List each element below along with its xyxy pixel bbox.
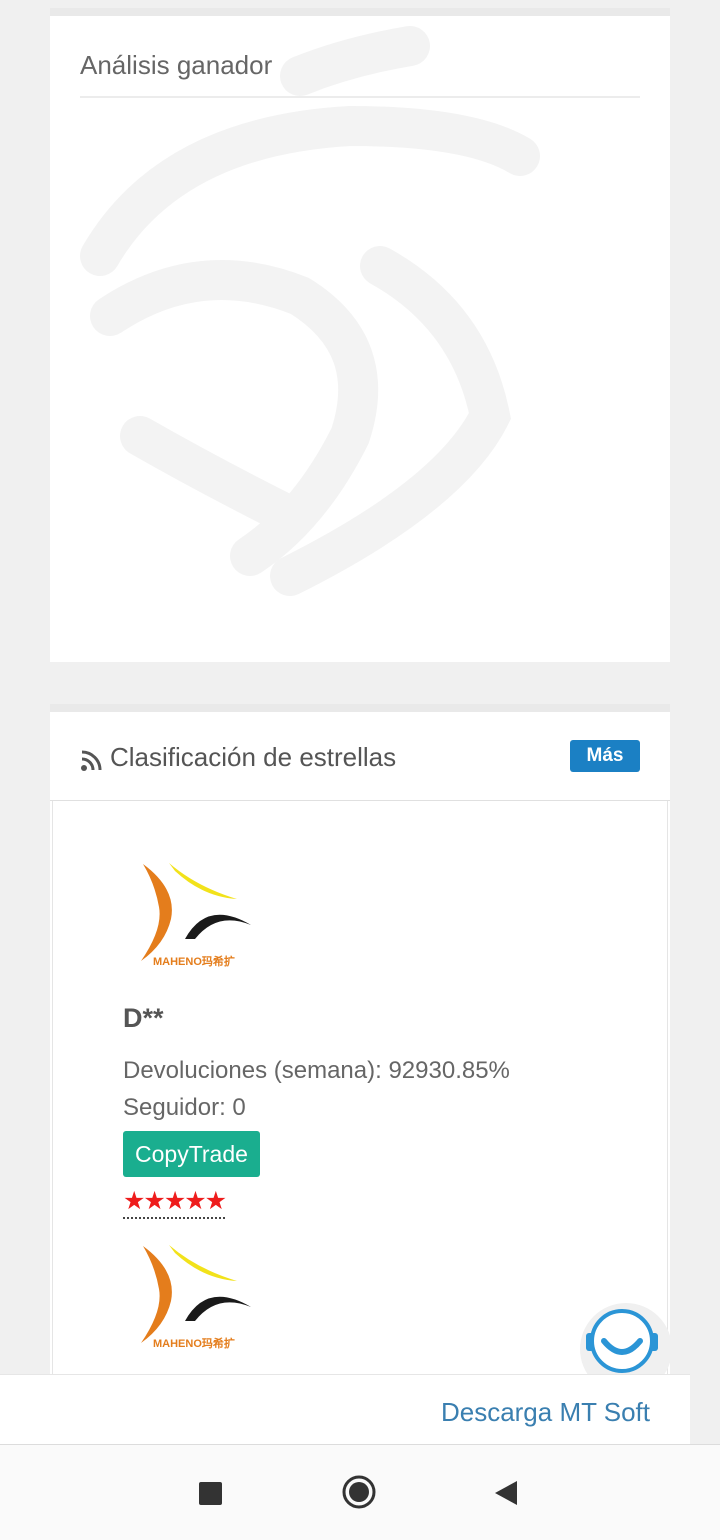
divider	[80, 96, 640, 98]
trader-name[interactable]: D**	[123, 1003, 164, 1034]
recents-square-icon[interactable]	[199, 1482, 222, 1505]
analysis-title: Análisis ganador	[80, 50, 273, 80]
logo-text: MAHENO玛希扩	[153, 1336, 235, 1350]
ranking-title: Clasificación de estrellas	[110, 742, 397, 772]
follower-count: Seguidor: 0	[123, 1094, 246, 1121]
trader-list: MAHENO玛希扩 D** Devoluciones (semana): 929…	[52, 801, 668, 1392]
copytrade-button[interactable]: CopyTrade	[123, 1131, 260, 1177]
maheno-logo[interactable]: MAHENO玛希扩	[137, 1241, 257, 1351]
weekly-returns: Devoluciones (semana): 92930.85%	[123, 1057, 510, 1084]
star-ranking-panel: Clasificación de estrellas Más MAHENO玛希扩…	[50, 704, 670, 1392]
star-rating: ★★★★★	[123, 1187, 227, 1219]
ranking-header: Clasificación de estrellas Más	[50, 712, 670, 801]
maheno-logo[interactable]: MAHENO玛希扩	[137, 859, 257, 969]
more-button[interactable]: Más	[570, 740, 640, 772]
download-mt-soft-link[interactable]: Descarga MT Soft	[441, 1397, 650, 1428]
back-triangle-icon[interactable]	[493, 1479, 519, 1507]
analysis-panel: Análisis ganador	[50, 8, 670, 662]
logo-text: MAHENO玛希扩	[153, 954, 235, 968]
eagle-watermark-icon	[80, 26, 540, 596]
home-circle-icon[interactable]	[341, 1474, 377, 1510]
footer-bar: Descarga MT Soft	[0, 1374, 690, 1445]
system-navigation-bar	[0, 1444, 720, 1540]
rss-icon	[81, 750, 102, 771]
